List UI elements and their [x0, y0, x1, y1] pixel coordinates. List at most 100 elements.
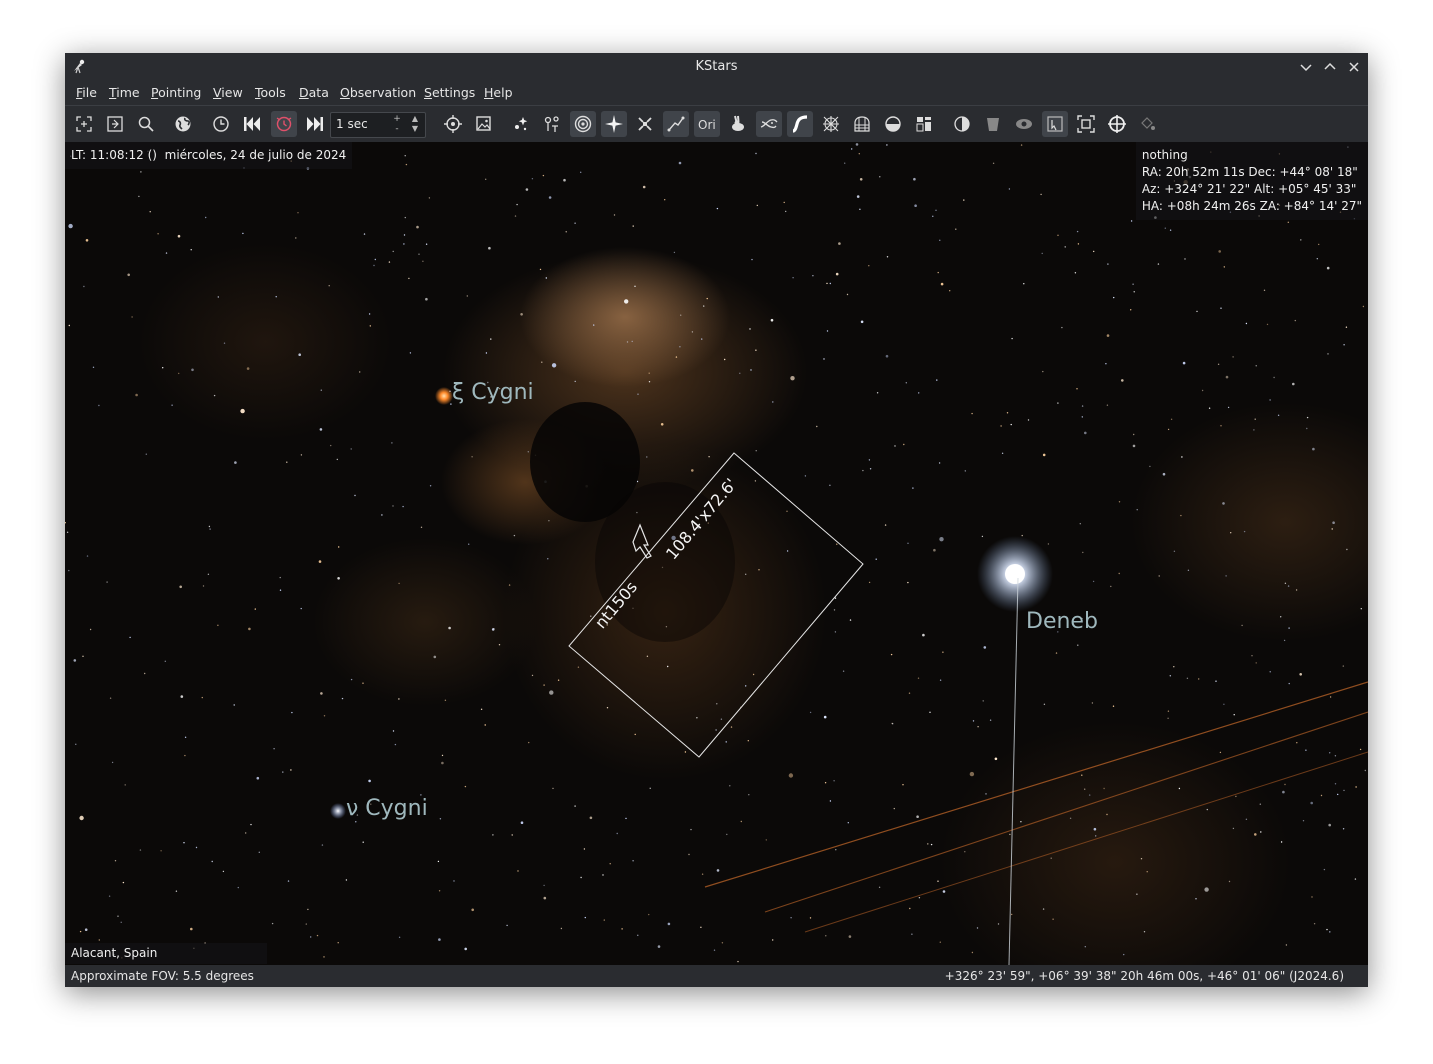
background-star — [786, 510, 788, 512]
background-star — [992, 162, 995, 164]
ground-icon — [885, 116, 901, 132]
image-button[interactable] — [471, 111, 497, 137]
toggle-ecliptic-button[interactable] — [818, 111, 844, 137]
background-star — [1118, 501, 1121, 503]
background-star — [381, 514, 383, 516]
fov-symbols-button[interactable] — [1073, 111, 1099, 137]
time-step-plus-minus[interactable]: + - — [392, 114, 402, 134]
toggle-horizon-button[interactable] — [787, 111, 813, 137]
background-star — [282, 771, 284, 773]
menu-tools[interactable]: Tools — [255, 85, 286, 100]
background-star — [1220, 425, 1222, 427]
background-star — [914, 204, 917, 207]
background-star — [1245, 818, 1248, 820]
toggle-planets-button[interactable] — [570, 111, 596, 137]
step-forward-button[interactable] — [302, 111, 328, 137]
toggle-stars-button[interactable] — [508, 111, 534, 137]
toggle-deep-sky-button[interactable] — [539, 111, 565, 137]
background-star — [201, 696, 203, 699]
background-star — [1143, 931, 1146, 933]
close-icon[interactable] — [1345, 58, 1363, 76]
zoom-in-button[interactable] — [71, 111, 97, 137]
toggle-supernovae-button[interactable] — [949, 111, 975, 137]
menu-time[interactable]: Time — [109, 85, 140, 100]
menu-help[interactable]: Help — [484, 85, 513, 100]
background-star — [696, 717, 698, 719]
zoom-out-button[interactable] — [102, 111, 128, 137]
background-star — [1342, 828, 1345, 830]
background-star — [755, 152, 757, 155]
background-star — [1215, 680, 1217, 682]
toggle-milky-way-button[interactable] — [756, 111, 782, 137]
globe-button[interactable] — [170, 111, 196, 137]
background-star — [969, 771, 975, 777]
toggle-telescope-button[interactable] — [980, 111, 1006, 137]
toggle-constellation-art-button[interactable] — [725, 111, 751, 137]
background-star — [321, 844, 324, 846]
step-backward-button[interactable] — [239, 111, 265, 137]
menu-settings[interactable]: Settings — [424, 85, 475, 100]
set-time-button[interactable] — [208, 111, 234, 137]
toggle-constellation-lines-button[interactable] — [663, 111, 689, 137]
background-star — [1243, 530, 1246, 533]
background-star — [1081, 416, 1083, 418]
background-star — [875, 558, 877, 560]
background-star — [1113, 296, 1115, 299]
background-star — [1170, 418, 1173, 420]
nu-cygni-star[interactable] — [330, 803, 346, 819]
minimize-icon[interactable] — [1297, 58, 1315, 76]
find-object-button[interactable] — [133, 111, 159, 137]
stars-icon — [515, 117, 528, 131]
xi-cygni-star[interactable] — [435, 387, 453, 405]
telescope-control-button[interactable] — [1104, 111, 1130, 137]
toggle-solar-system-button[interactable] — [601, 111, 627, 137]
background-star — [453, 880, 455, 882]
mosaic-button[interactable] — [1135, 111, 1161, 137]
menu-data[interactable]: Data — [299, 85, 329, 100]
background-star — [1225, 375, 1229, 379]
toggle-satellites-button[interactable] — [1011, 111, 1037, 137]
background-star — [1009, 833, 1011, 836]
menu-pointing[interactable]: Pointing — [151, 85, 201, 100]
toggle-comets-button[interactable] — [632, 111, 658, 137]
label-nu-cygni: ν Cygni — [346, 796, 428, 821]
background-star — [1106, 404, 1109, 406]
location-info-box[interactable]: Alacant, Spain — [65, 943, 267, 964]
time-step-spinbox[interactable]: 1 sec + - ▲ ▼ — [330, 112, 426, 138]
toggle-constellation-names-button[interactable]: Ori — [694, 111, 720, 137]
background-star — [1021, 534, 1023, 537]
background-star — [971, 412, 973, 415]
background-star — [466, 295, 468, 297]
background-star — [122, 881, 125, 884]
maximize-icon[interactable] — [1321, 58, 1339, 76]
background-star — [574, 805, 576, 807]
background-star — [1206, 808, 1209, 811]
background-star — [565, 231, 567, 233]
sky-map[interactable]: LT: 11:08:12 () miércoles, 24 de julio d… — [65, 142, 1368, 965]
background-star — [613, 214, 616, 216]
background-star — [752, 673, 755, 676]
menu-observation[interactable]: Observation — [340, 85, 416, 100]
toggle-fov-button[interactable] — [1042, 111, 1068, 137]
background-star — [701, 338, 703, 340]
background-star — [1020, 821, 1022, 823]
center-track-button[interactable] — [440, 111, 466, 137]
background-star — [217, 296, 219, 298]
background-star — [1181, 456, 1183, 458]
background-star — [708, 456, 710, 458]
background-star — [1195, 898, 1197, 900]
menu-view[interactable]: View — [213, 85, 243, 100]
background-star — [646, 456, 648, 458]
background-star — [939, 537, 944, 542]
time-info-box[interactable]: LT: 11:08:12 () miércoles, 24 de julio d… — [65, 142, 353, 169]
object-info-box[interactable]: nothing RA: 20h 52m 11s Dec: +44° 08' 18… — [1135, 142, 1368, 220]
background-star — [75, 743, 77, 745]
menu-file[interactable]: File — [76, 85, 97, 100]
toggle-equatorial-grid-button[interactable] — [849, 111, 875, 137]
background-star — [85, 239, 89, 242]
stop-clock-button[interactable] — [271, 111, 297, 137]
toggle-ground-button[interactable] — [880, 111, 906, 137]
time-step-arrows[interactable]: ▲ ▼ — [407, 114, 423, 134]
toggle-hips-button[interactable] — [911, 111, 937, 137]
deneb-star[interactable] — [1005, 564, 1025, 584]
